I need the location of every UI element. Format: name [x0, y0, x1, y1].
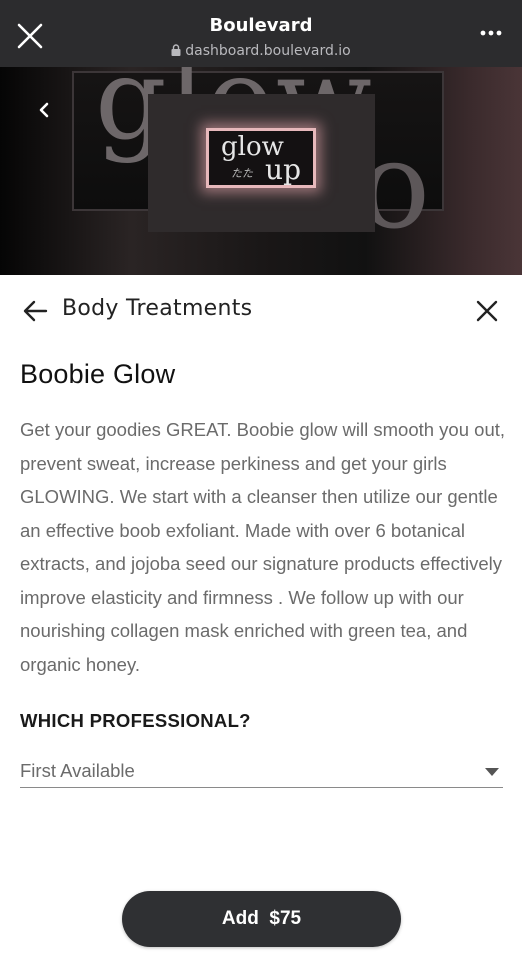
- browser-bar: Boulevard dashboard.boulevard.io: [0, 0, 522, 67]
- caret-down-icon: [485, 768, 499, 776]
- add-button-price: $75: [269, 908, 302, 929]
- service-panel: Body Treatments Boobie Glow Get your goo…: [0, 275, 522, 960]
- hero-banner: glow o glow たた up: [0, 67, 522, 275]
- add-button-label: Add: [221, 908, 259, 929]
- logo-badge: glow たた up: [206, 128, 316, 188]
- arrow-left-icon[interactable]: [22, 299, 48, 323]
- more-horizontal-icon[interactable]: [480, 29, 502, 37]
- professional-label: WHICH PROFESSIONAL?: [20, 710, 251, 731]
- business-logo: glow たた up: [148, 94, 375, 232]
- browser-url-text: dashboard.boulevard.io: [185, 43, 351, 59]
- add-service-button[interactable]: Add $75: [122, 891, 401, 947]
- service-title: Boobie Glow: [20, 359, 176, 389]
- browser-title: Boulevard: [209, 15, 313, 36]
- browser-url: dashboard.boulevard.io: [0, 43, 522, 59]
- close-icon[interactable]: [476, 300, 498, 322]
- chevron-left-icon[interactable]: [36, 99, 52, 121]
- category-title: Body Treatments: [62, 296, 253, 321]
- lock-icon: [171, 44, 181, 56]
- logo-text-bottom: up: [265, 153, 301, 186]
- professional-selected-value: First Available: [20, 760, 135, 781]
- service-description: Get your goodies GREAT. Boobie glow will…: [20, 419, 506, 675]
- professional-select[interactable]: First Available: [20, 753, 503, 788]
- add-button-spacer: [259, 908, 270, 930]
